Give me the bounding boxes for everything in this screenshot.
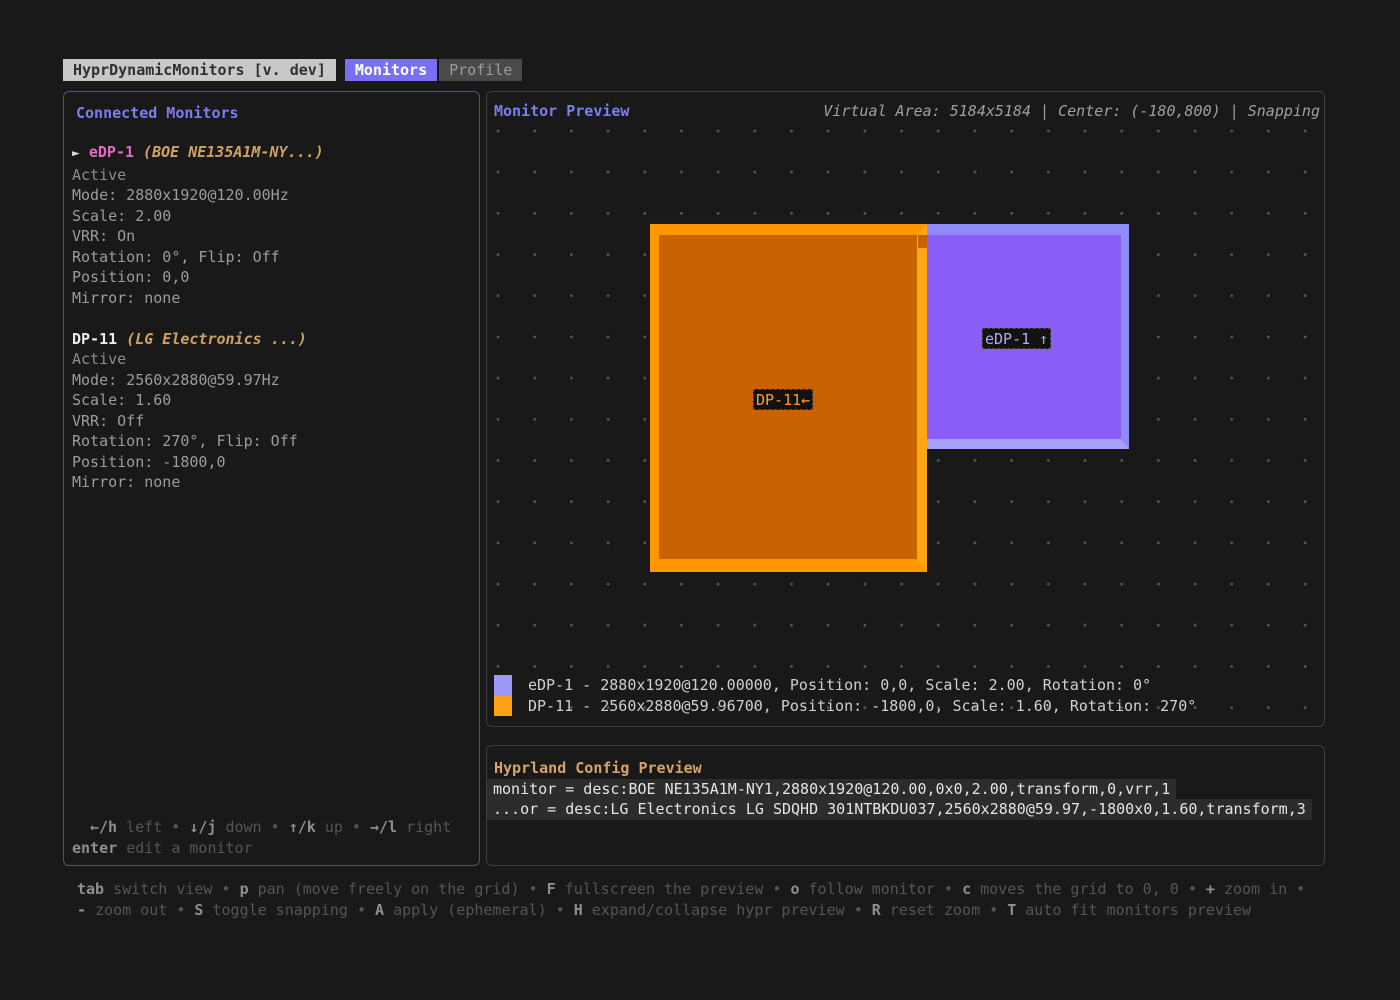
enter-key: enter	[72, 839, 117, 857]
monitor-preview-title: Monitor Preview	[494, 102, 629, 120]
app-title-tab: HyprDynamicMonitors [v. dev]	[63, 59, 336, 81]
monitor-name: eDP-1	[89, 143, 134, 161]
legend-swatch-dp11	[494, 696, 512, 717]
hyprland-config-panel: Hyprland Config Preview monitor = desc:B…	[486, 745, 1325, 866]
config-line-edp1: monitor = desc:BOE NE135A1M-NY1,2880x192…	[487, 779, 1176, 800]
monitor-vrr: VRR: On	[72, 226, 471, 247]
monitor-rotation: Rotation: 0°, Flip: Off	[72, 247, 471, 268]
left-panel-keybind-footer: ←/h left • ↓/j down • ↑/k up • →/l right…	[72, 817, 451, 858]
global-keybind-help: tab switch view • p pan (move freely on …	[77, 879, 1305, 921]
monitor-vendor: (LG Electronics ...)	[126, 330, 307, 348]
monitor-name: DP-11	[72, 330, 117, 348]
monitor-list-item-dp11[interactable]: DP-11 (LG Electronics ...) Active Mode: …	[72, 329, 471, 493]
monitor-scale: Scale: 1.60	[72, 390, 471, 411]
enter-desc: edit a monitor	[126, 839, 252, 857]
config-panel-title: Hyprland Config Preview	[487, 758, 1324, 779]
legend-text-edp1: eDP-1 - 2880x1920@120.00000, Position: 0…	[512, 675, 1151, 696]
nav-keybind-hints: ←/h left • ↓/j down • ↑/k up • →/l right	[72, 817, 451, 838]
preview-monitor-dp11-corner	[918, 235, 927, 248]
enter-keybind-hint: enter edit a monitor	[72, 838, 451, 859]
monitor-name-row: ► eDP-1 (BOE NE135A1M-NY...)	[72, 142, 471, 165]
monitor-vendor: (BOE NE135A1M-NY...)	[143, 143, 324, 161]
tab-monitors[interactable]: Monitors	[345, 59, 437, 81]
monitor-name-row: DP-11 (LG Electronics ...)	[72, 329, 471, 350]
monitor-status: Active	[72, 349, 471, 370]
monitor-rotation: Rotation: 270°, Flip: Off	[72, 431, 471, 452]
preview-monitor-edp1-label: eDP-1 ↑	[982, 328, 1051, 349]
connected-monitors-panel: Connected Monitors ► eDP-1 (BOE NE135A1M…	[63, 91, 480, 866]
preview-legend: eDP-1 - 2880x1920@120.00000, Position: 0…	[494, 675, 1196, 716]
tab-profile[interactable]: Profile	[439, 59, 522, 81]
monitor-list-item-edp1[interactable]: ► eDP-1 (BOE NE135A1M-NY...) Active Mode…	[72, 142, 471, 308]
config-line-dp11: ...or = desc:LG Electronics LG SDQHD 301…	[487, 799, 1312, 820]
monitor-status: Active	[72, 165, 471, 186]
monitor-mirror: Mirror: none	[72, 472, 471, 493]
monitor-scale: Scale: 2.00	[72, 206, 471, 227]
legend-row-dp11: DP-11 - 2560x2880@59.96700, Position: -1…	[494, 696, 1196, 717]
selected-arrow-icon: ►	[72, 146, 80, 161]
tab-bar: HyprDynamicMonitors [v. dev] Monitors Pr…	[63, 59, 522, 81]
help-line-2: - zoom out • S toggle snapping • A apply…	[77, 900, 1305, 921]
legend-swatch-edp1	[494, 675, 512, 696]
monitor-mirror: Mirror: none	[72, 288, 471, 309]
virtual-area-status: Virtual Area: 5184x5184 | Center: (-180,…	[823, 102, 1320, 120]
help-line-1: tab switch view • p pan (move freely on …	[77, 879, 1305, 900]
monitor-mode: Mode: 2560x2880@59.97Hz	[72, 370, 471, 391]
monitor-position: Position: 0,0	[72, 267, 471, 288]
legend-row-edp1: eDP-1 - 2880x1920@120.00000, Position: 0…	[494, 675, 1196, 696]
preview-monitor-dp11-label: DP-11←	[753, 389, 813, 410]
monitor-vrr: VRR: Off	[72, 411, 471, 432]
connected-monitors-title: Connected Monitors	[72, 104, 471, 122]
legend-text-dp11: DP-11 - 2560x2880@59.96700, Position: -1…	[512, 696, 1196, 717]
monitor-preview-panel: Monitor Preview Virtual Area: 5184x5184 …	[486, 91, 1325, 727]
monitor-mode: Mode: 2880x1920@120.00Hz	[72, 185, 471, 206]
monitor-position: Position: -1800,0	[72, 452, 471, 473]
